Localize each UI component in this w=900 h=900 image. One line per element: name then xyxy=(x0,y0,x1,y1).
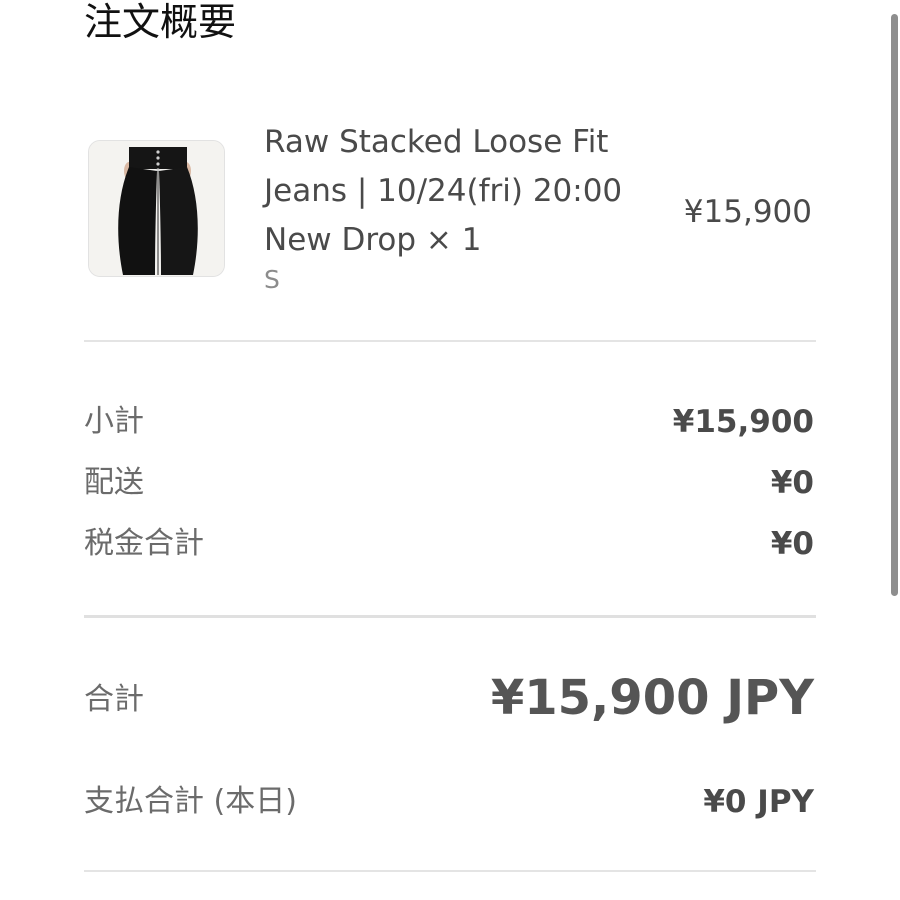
shipping-value: ¥0 xyxy=(770,465,814,501)
due-today-value: ¥0 JPY xyxy=(703,784,814,820)
subtotal-value: ¥15,900 xyxy=(672,404,814,440)
shipping-row: 配送 ¥0 xyxy=(84,461,816,505)
divider xyxy=(84,870,816,872)
tax-value: ¥0 xyxy=(770,526,814,562)
product-thumbnail xyxy=(88,140,225,277)
due-today-label: 支払合計 (本日) xyxy=(84,784,297,819)
tax-row: 税金合計 ¥0 xyxy=(84,522,816,566)
product-price: ¥15,900 xyxy=(683,194,812,230)
tax-label: 税金合計 xyxy=(84,526,204,561)
divider xyxy=(84,340,816,342)
order-summary-page: 注文概要 Raw Stacked Loose Fit Jeans | 10/24… xyxy=(0,0,900,900)
shipping-label: 配送 xyxy=(84,465,144,500)
scrollbar[interactable] xyxy=(891,14,898,596)
divider xyxy=(84,615,816,618)
product-variant: S xyxy=(264,265,280,294)
product-line-item: Raw Stacked Loose Fit Jeans | 10/24(fri)… xyxy=(84,112,816,312)
total-value: ¥15,900 JPY xyxy=(490,670,814,726)
jeans-image xyxy=(89,141,224,276)
due-today-row: 支払合計 (本日) ¥0 JPY xyxy=(84,780,816,824)
product-name[interactable]: Raw Stacked Loose Fit Jeans | 10/24(fri)… xyxy=(264,118,624,265)
subtotal-row: 小計 ¥15,900 xyxy=(84,400,816,444)
total-row: 合計 ¥15,900 JPY xyxy=(84,670,816,726)
total-label: 合計 xyxy=(84,682,144,717)
subtotal-label: 小計 xyxy=(84,404,144,439)
page-title: 注文概要 xyxy=(84,0,237,44)
